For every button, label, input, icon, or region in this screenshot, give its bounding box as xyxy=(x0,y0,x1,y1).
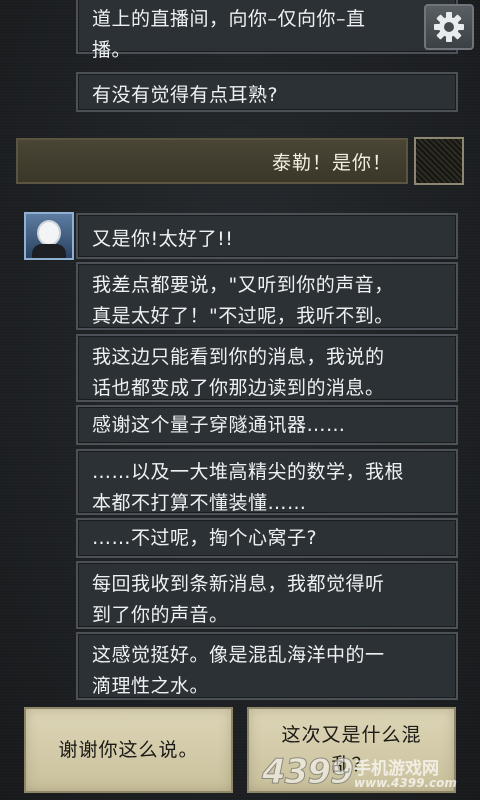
choice-thanks-button[interactable]: 谢谢你这么说。 xyxy=(24,707,233,793)
message-bubble: 道上的直播间，向你–仅向你–直 播。 xyxy=(76,0,458,61)
player-reply-bubble: 泰勒！是你！ xyxy=(16,138,408,184)
message-bubble: ……不过呢，掏个心窝子? xyxy=(76,518,458,558)
message-bubble: ……以及一大堆高精尖的数学，我根 本都不打算不懂装懂…… xyxy=(76,449,458,515)
message-bubble: 我差点都要说，"又听到你的声音， 真是太好了！"不过呢，我听不到。 xyxy=(76,262,458,330)
message-bubble: 有没有觉得有点耳熟? xyxy=(76,72,458,112)
message-bubble: 这感觉挺好。像是混乱海洋中的一 滴理性之水。 xyxy=(76,632,458,700)
taylor-avatar xyxy=(24,212,74,260)
settings-button[interactable] xyxy=(424,4,474,50)
message-bubble: 感谢这个量子穿隧通讯器…… xyxy=(76,405,458,445)
message-bubble: 每回我收到条新消息，我都觉得听 到了你的声音。 xyxy=(76,561,458,629)
player-avatar xyxy=(414,137,464,185)
suit-icon xyxy=(32,244,66,258)
choice-what-chaos-button[interactable]: 这次又是什么混 乱？ xyxy=(247,707,456,793)
helmet-icon xyxy=(39,222,59,244)
message-bubble: 我这边只能看到你的消息，我说的 话也都变成了你那边读到的消息。 xyxy=(76,334,458,402)
player-reply-text: 泰勒！是你！ xyxy=(271,152,392,174)
gear-icon xyxy=(434,12,464,42)
message-bubble: 又是你!太好了!! xyxy=(76,213,458,259)
